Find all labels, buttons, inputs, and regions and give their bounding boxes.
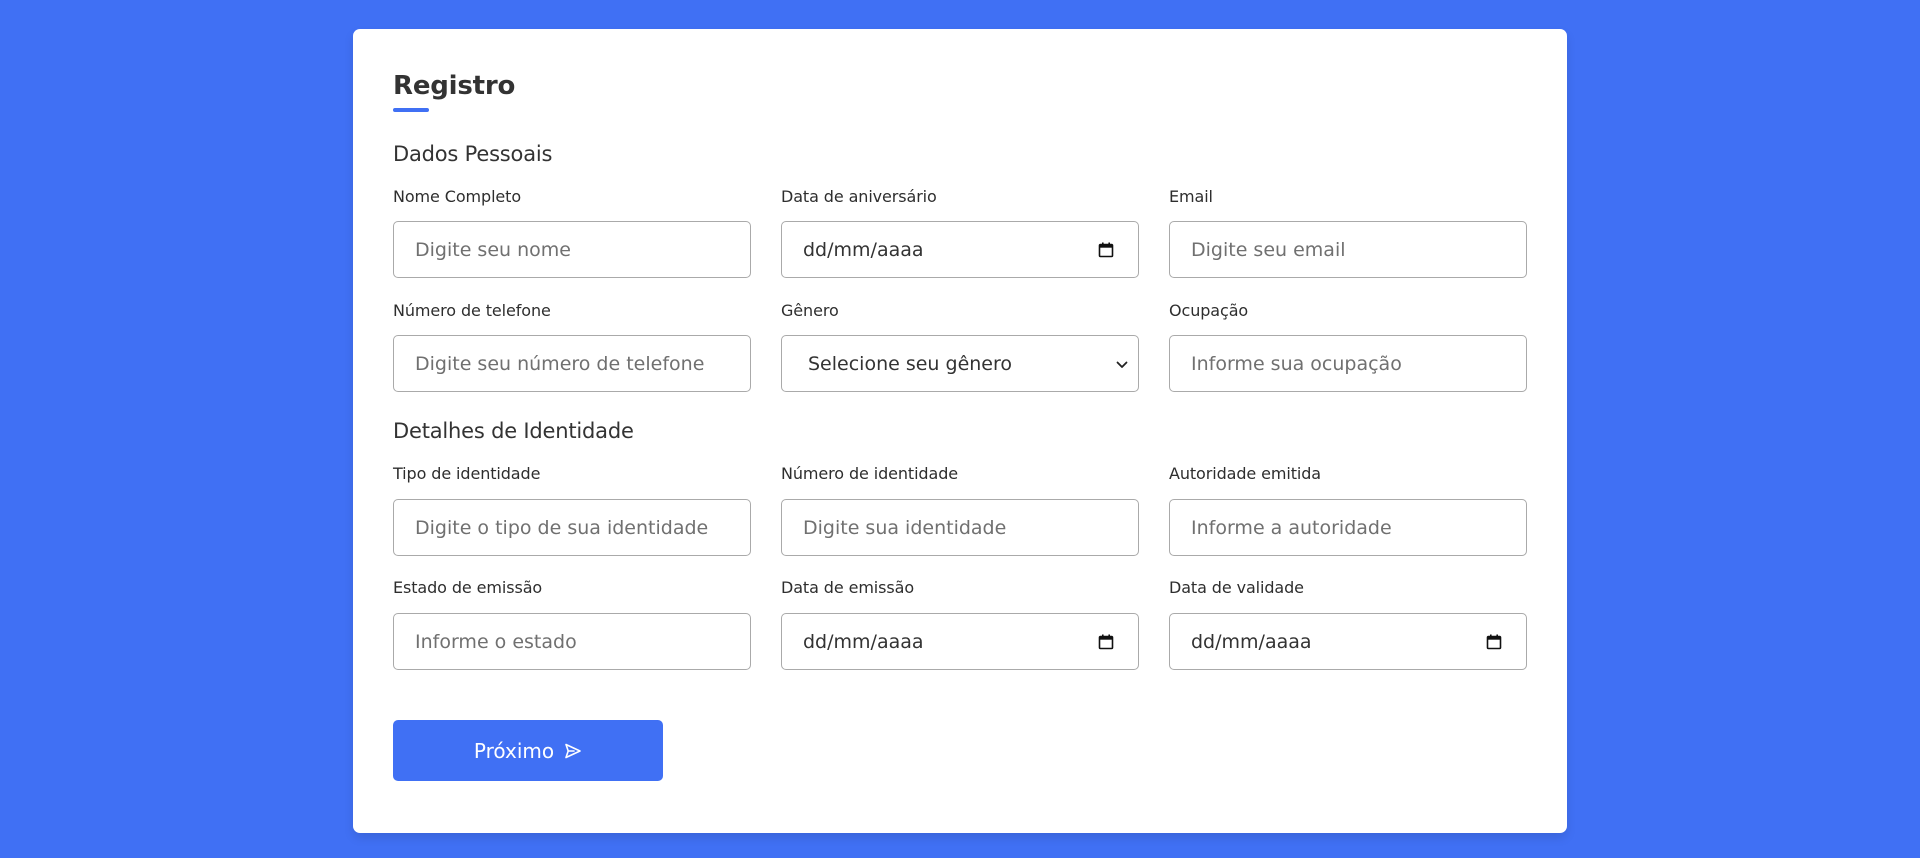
chevron-down-icon [1116,361,1128,368]
id-number-label: Número de identidade [781,464,958,483]
expiry-date-label: Data de validade [1169,578,1304,597]
next-button[interactable]: Próximo [393,720,663,781]
send-icon [565,743,581,758]
full-name-label: Nome Completo [393,187,522,206]
calendar-icon[interactable] [1098,242,1114,258]
gender-select[interactable]: Selecione seu gênero [781,335,1139,392]
birth-date-input[interactable]: dd/mm/aaaa [781,221,1139,278]
issue-date-value: dd/mm/aaaa [803,630,924,653]
title-underline [393,108,429,112]
occupation-placeholder: Informe sua ocupação [1191,352,1402,375]
occupation-label: Ocupação [1169,301,1249,320]
next-button-label: Próximo [473,738,555,763]
issue-date-label: Data de emissão [781,578,915,597]
authority-placeholder: Informe a autoridade [1191,516,1392,539]
issue-state-placeholder: Informe o estado [415,630,577,653]
email-placeholder: Digite seu email [1191,238,1346,261]
expiry-date-input[interactable]: dd/mm/aaaa [1169,613,1527,670]
authority-input[interactable]: Informe a autoridade [1169,499,1527,556]
email-label: Email [1169,187,1213,206]
id-type-label: Tipo de identidade [393,464,541,483]
id-number-placeholder: Digite sua identidade [803,516,1007,539]
birth-date-label: Data de aniversário [781,187,937,206]
id-type-placeholder: Digite o tipo de sua identidade [415,516,709,539]
gender-selected-value: Selecione seu gênero [808,352,1013,375]
section-title-personal: Dados Pessoais [393,142,553,166]
gender-label: Gênero [781,301,839,320]
calendar-icon[interactable] [1486,634,1502,650]
section-title-identity: Detalhes de Identidade [393,419,634,443]
occupation-input[interactable]: Informe sua ocupação [1169,335,1527,392]
phone-placeholder: Digite seu número de telefone [415,352,705,375]
calendar-icon[interactable] [1098,634,1114,650]
id-type-input[interactable]: Digite o tipo de sua identidade [393,499,751,556]
authority-label: Autoridade emitida [1169,464,1321,483]
email-input[interactable]: Digite seu email [1169,221,1527,278]
expiry-date-value: dd/mm/aaaa [1191,630,1312,653]
full-name-placeholder: Digite seu nome [415,238,571,261]
registration-card: Registro Dados Pessoais Nome Completo Di… [353,29,1567,833]
issue-state-label: Estado de emissão [393,578,543,597]
issue-date-input[interactable]: dd/mm/aaaa [781,613,1139,670]
id-number-input[interactable]: Digite sua identidade [781,499,1139,556]
birth-date-value: dd/mm/aaaa [803,238,924,261]
issue-state-input[interactable]: Informe o estado [393,613,751,670]
phone-input[interactable]: Digite seu número de telefone [393,335,751,392]
full-name-input[interactable]: Digite seu nome [393,221,751,278]
page-title: Registro [393,71,516,101]
phone-label: Número de telefone [393,301,551,320]
